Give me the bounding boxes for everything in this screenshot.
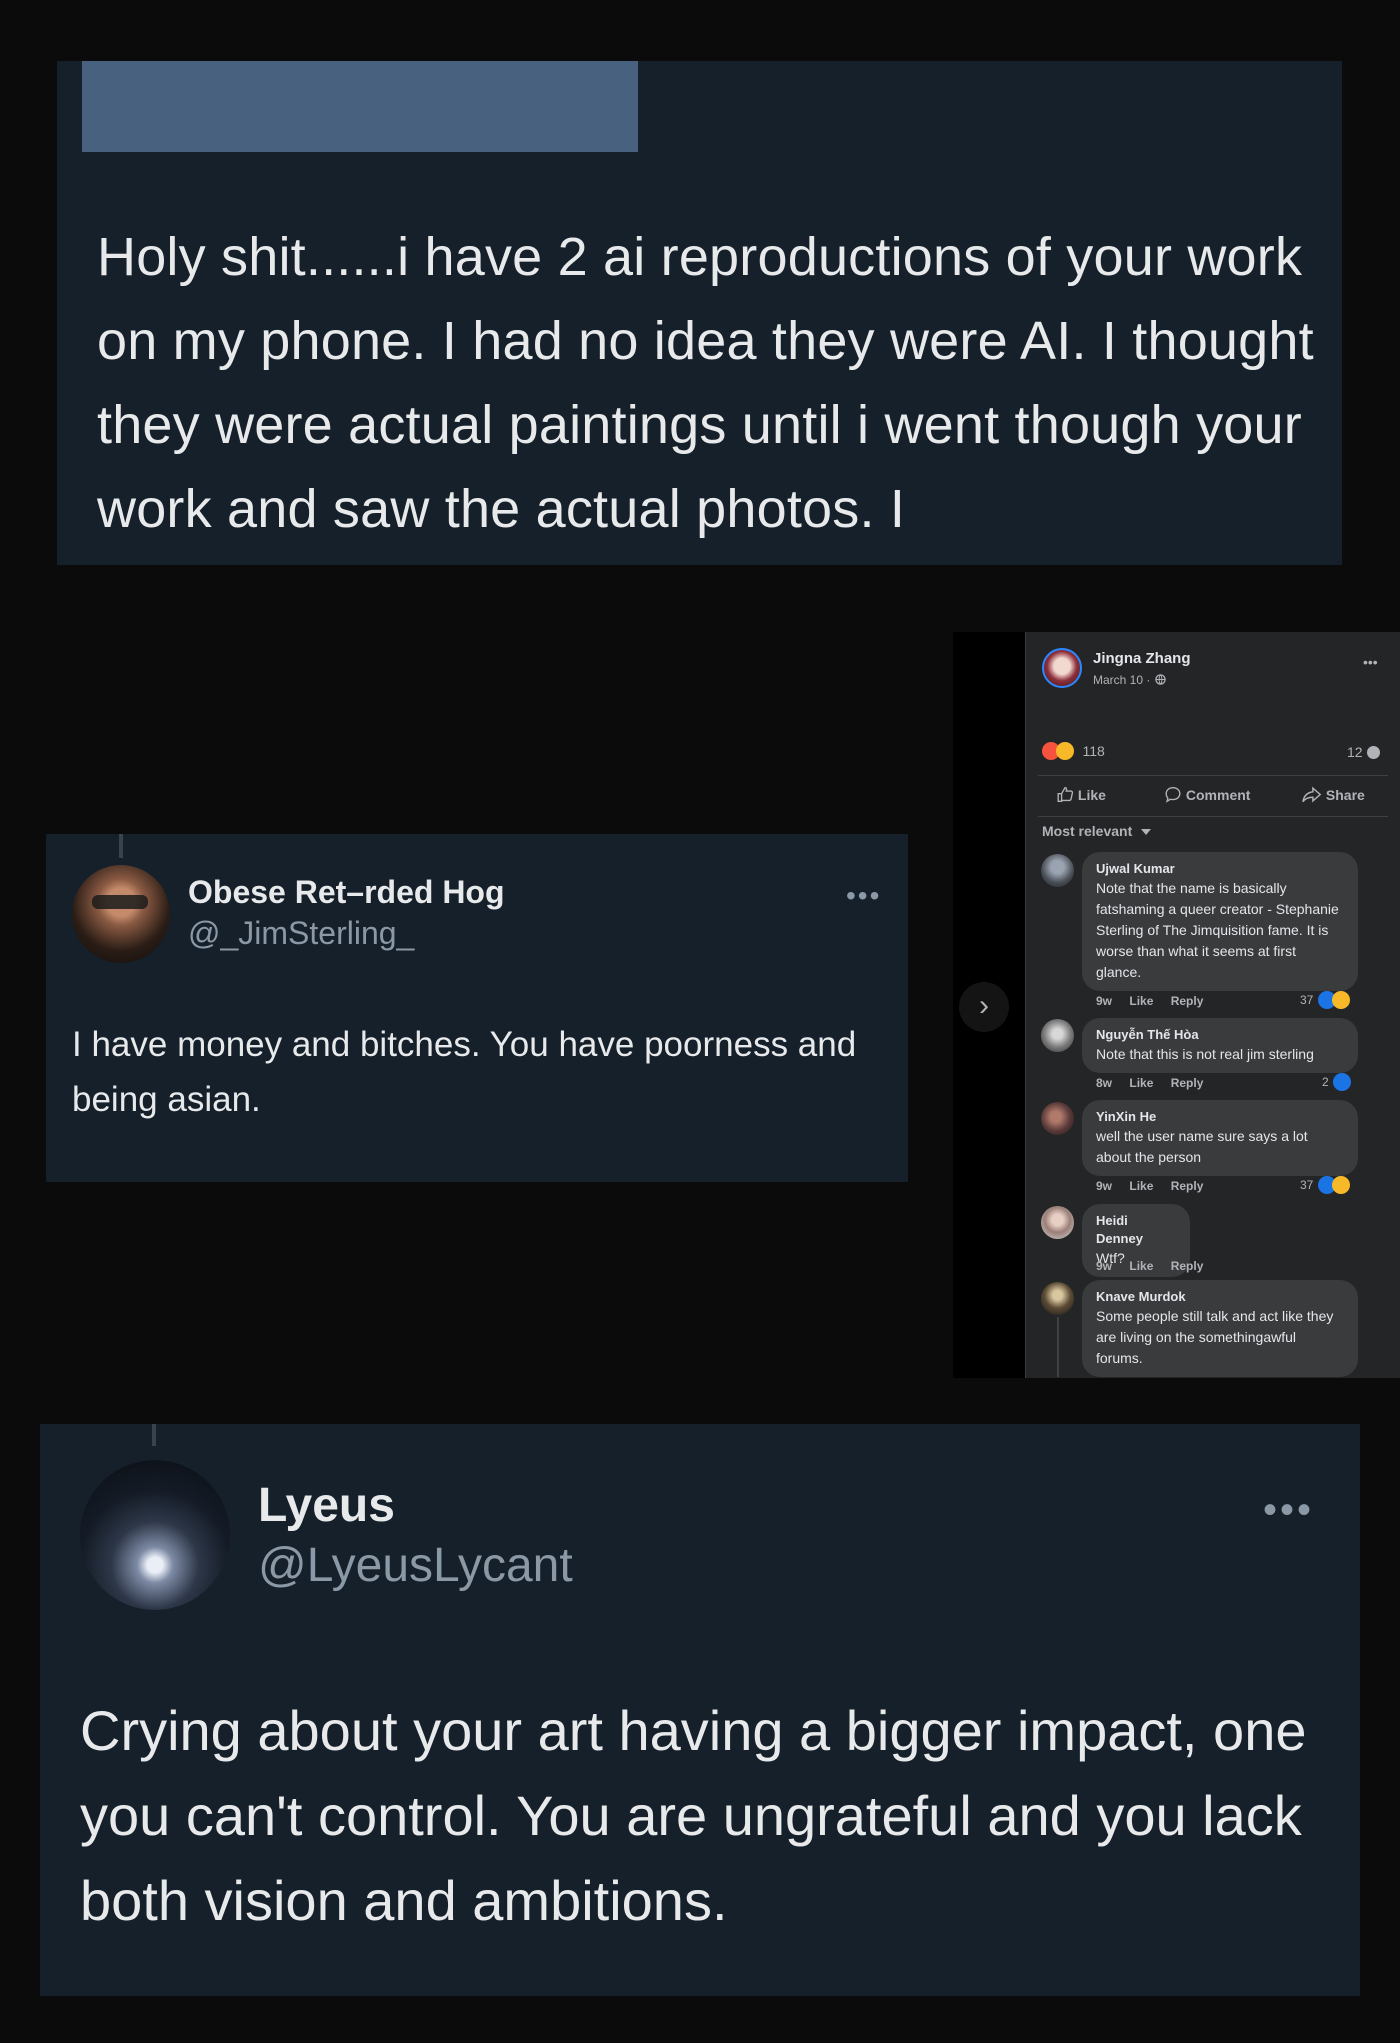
comment-label: Comment	[1185, 787, 1251, 803]
divider	[1038, 816, 1388, 817]
user-handle[interactable]: @LyeusLycant	[258, 1538, 573, 1593]
commenter-avatar[interactable]	[1041, 1102, 1074, 1135]
thread-line	[1057, 1317, 1059, 1377]
facebook-post-panel: Jingna Zhang March 10 · ••• 118 12 Like …	[1025, 632, 1400, 1378]
caret-down-icon	[1140, 828, 1151, 835]
comment-bubble: Nguyễn Thế Hòa Note that this is not rea…	[1082, 1018, 1358, 1073]
thread-line	[119, 834, 123, 858]
comment-actions: 9w Like Reply	[1096, 994, 1203, 1008]
comment-bubble-icon	[1367, 746, 1381, 759]
comment-bubble: Ujwal Kumar Note that the name is basica…	[1082, 852, 1358, 991]
comment-actions: 8w Like Reply	[1096, 1076, 1203, 1090]
redaction-box	[82, 61, 638, 152]
comment-reply-button[interactable]: Reply	[1171, 1076, 1204, 1090]
commenter-avatar[interactable]	[1041, 1206, 1074, 1239]
comment-time: 9w	[1096, 1259, 1113, 1273]
like-label: Like	[1077, 787, 1106, 803]
thread-line	[152, 1424, 156, 1446]
commenter-name[interactable]: Nguyễn Thế Hòa	[1096, 1026, 1344, 1044]
comment-bubble: YinXin He well the user name sure says a…	[1082, 1100, 1358, 1176]
globe-icon	[1155, 671, 1166, 688]
comment-text: Note that the name is basically fatshami…	[1096, 880, 1339, 980]
comment-count[interactable]: 12	[1347, 744, 1381, 762]
sort-dropdown[interactable]: Most relevant	[1042, 823, 1151, 841]
author-avatar[interactable]	[1042, 648, 1082, 688]
commenter-avatar[interactable]	[1041, 1019, 1074, 1052]
avatar-glasses	[92, 895, 148, 909]
comment-reactions[interactable]: 37	[1300, 1176, 1350, 1194]
like-reaction-icon	[1333, 1073, 1352, 1091]
commenter-name[interactable]: Heidi Denney	[1096, 1212, 1176, 1248]
comment-icon	[1164, 787, 1182, 803]
reaction-summary[interactable]: 118	[1042, 742, 1105, 760]
display-name[interactable]: Lyeus	[258, 1478, 395, 1533]
comment-time: 9w	[1096, 994, 1113, 1008]
commenter-name[interactable]: Ujwal Kumar	[1096, 860, 1344, 878]
tweet-2-text: I have money and bitches. You have poorn…	[72, 1025, 857, 1119]
tweet-3-text: Crying about your art having a bigger im…	[80, 1699, 1307, 1932]
avatar[interactable]	[72, 865, 170, 963]
wow-reaction-icon	[1056, 742, 1074, 760]
comment-bubble: Knave Murdok Some people still talk and …	[1082, 1280, 1358, 1377]
comment-count-text: 12	[1347, 744, 1363, 760]
comment-actions: 9w Like Reply	[1096, 1259, 1203, 1273]
like-button[interactable]: Like	[1056, 786, 1106, 803]
comment-reactions[interactable]: 37	[1300, 991, 1350, 1009]
commenter-avatar[interactable]	[1041, 1282, 1074, 1315]
comment-text: Note that this is not real jim sterling	[1096, 1046, 1314, 1062]
commenter-name[interactable]: YinXin He	[1096, 1108, 1344, 1126]
comment-reaction-count: 37	[1300, 1178, 1314, 1193]
commenter-avatar[interactable]	[1041, 854, 1074, 887]
post-date-text: March 10 ·	[1093, 673, 1151, 687]
wow-reaction-icon	[1331, 991, 1350, 1009]
comment-reaction-count: 2	[1322, 1075, 1329, 1090]
haha-reaction-icon	[1331, 1176, 1350, 1194]
comment-like-button[interactable]: Like	[1129, 994, 1153, 1008]
share-icon	[1302, 786, 1322, 803]
more-options-icon[interactable]: •••	[1263, 1488, 1314, 1533]
commenter-name[interactable]: Knave Murdok	[1096, 1288, 1344, 1306]
comment-text: Some people still talk and act like they…	[1096, 1308, 1334, 1366]
comment-reply-button[interactable]: Reply	[1171, 1179, 1204, 1193]
tweet-1-text: Holy shit......i have 2 ai reproductions…	[97, 227, 1314, 539]
comment-time: 9w	[1096, 1179, 1113, 1193]
divider	[1038, 775, 1388, 776]
comment-reaction-count: 37	[1300, 993, 1314, 1008]
share-button[interactable]: Share	[1302, 786, 1365, 803]
more-options-icon[interactable]: •••	[1363, 654, 1378, 670]
user-handle[interactable]: @_JimSterling_	[188, 915, 414, 952]
chevron-right-icon[interactable]: ›	[959, 982, 1009, 1032]
sort-label: Most relevant	[1042, 823, 1133, 839]
comment-reply-button[interactable]: Reply	[1171, 994, 1204, 1008]
avatar[interactable]	[80, 1460, 230, 1610]
comment-actions: 9w Like Reply	[1096, 1179, 1203, 1193]
comment-reactions[interactable]: 2	[1322, 1073, 1352, 1091]
comment-like-button[interactable]: Like	[1129, 1076, 1153, 1090]
comment-button[interactable]: Comment	[1164, 786, 1250, 803]
comment-time: 8w	[1096, 1076, 1113, 1090]
share-label: Share	[1325, 787, 1365, 803]
display-name[interactable]: Obese Ret–rded Hog	[188, 874, 505, 911]
comment-reply-button[interactable]: Reply	[1171, 1259, 1204, 1273]
comment-like-button[interactable]: Like	[1129, 1259, 1153, 1273]
author-name[interactable]: Jingna Zhang	[1093, 650, 1191, 667]
comment-like-button[interactable]: Like	[1129, 1179, 1153, 1193]
reaction-count: 118	[1082, 743, 1105, 759]
post-date: March 10 ·	[1093, 671, 1166, 689]
collage-root: Holy shit......i have 2 ai reproductions…	[0, 0, 1400, 2043]
thumbs-up-icon	[1056, 787, 1074, 803]
comment-text: well the user name sure says a lot about…	[1096, 1128, 1308, 1165]
more-options-icon[interactable]: •••	[846, 880, 881, 912]
